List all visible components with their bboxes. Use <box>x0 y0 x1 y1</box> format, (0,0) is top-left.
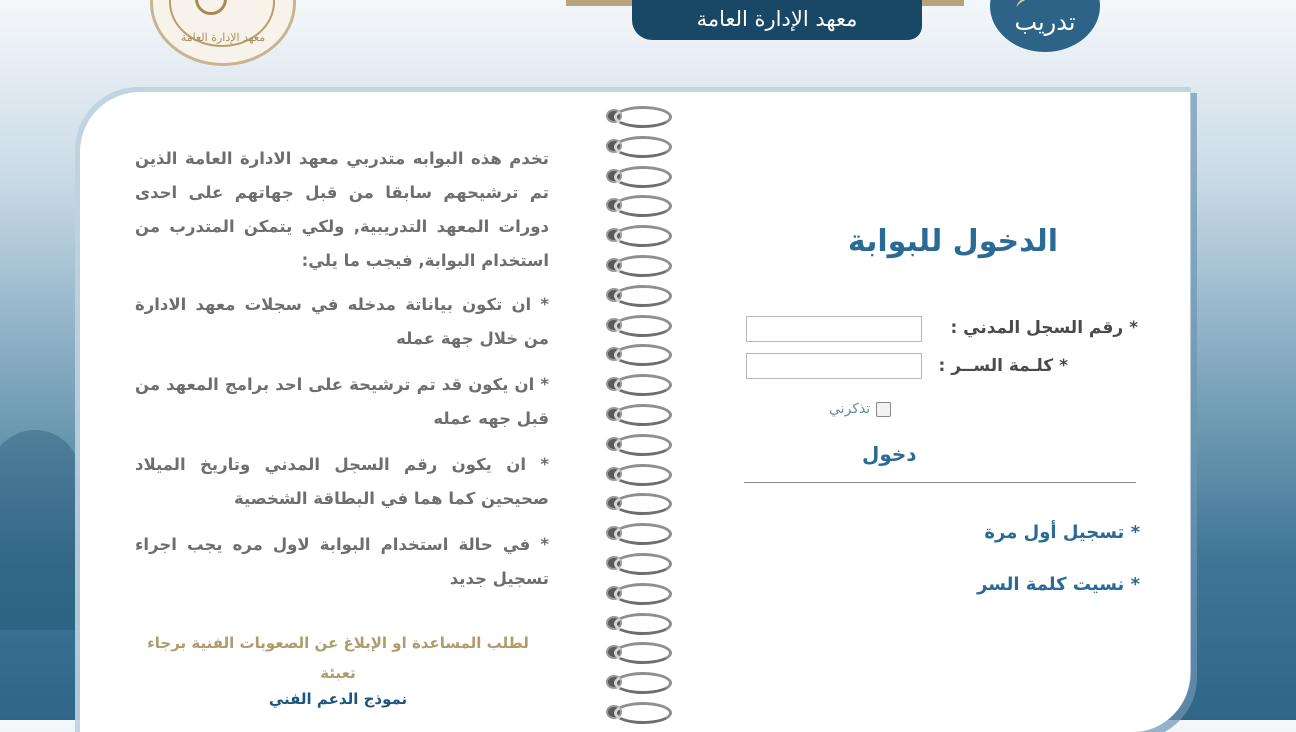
spiral-loop <box>614 374 672 397</box>
spiral-loop <box>614 493 672 516</box>
forgot-password-link[interactable]: * نسيت كلمة السر <box>900 574 1140 595</box>
support-form-link[interactable]: نموذج الدعم الفني <box>128 690 548 708</box>
brand-text: تدريب <box>1014 8 1076 36</box>
spiral-ring <box>606 404 672 426</box>
institute-seal-logo: معهد الإدارة العامة <box>150 0 296 66</box>
remember-me[interactable]: تذكرني <box>829 401 892 417</box>
spiral-ring <box>606 702 672 724</box>
notebook-spiral-binding <box>600 98 676 728</box>
spiral-loop <box>614 314 672 337</box>
requirement-item: * في حالة استخدام البوابة لاول مره يجب ا… <box>135 535 549 588</box>
spiral-ring <box>606 523 672 546</box>
spiral-ring <box>606 106 672 128</box>
spiral-ring <box>606 582 672 605</box>
civil-id-label: * رقم السجل المدني : <box>950 318 1138 338</box>
spiral-loop <box>614 225 672 248</box>
spiral-ring <box>606 463 672 486</box>
spiral-loop <box>614 553 672 575</box>
login-title: الدخول للبوابة <box>847 224 1058 259</box>
seal-text: معهد الإدارة العامة <box>180 31 266 44</box>
institute-banner: معهد الإدارة العامة <box>632 0 922 40</box>
spiral-ring <box>606 612 672 635</box>
help-text: لطلب المساعدة او الإبلاغ عن الصعوبات الف… <box>147 634 529 682</box>
spiral-loop <box>614 255 672 277</box>
spiral-loop <box>614 642 672 665</box>
spiral-ring <box>606 225 672 248</box>
spiral-loop <box>614 135 672 158</box>
spiral-ring <box>606 284 672 307</box>
spiral-ring <box>606 255 672 277</box>
intro-paragraph: تخدم هذه البوابه متدربي معهد الادارة الع… <box>135 149 549 270</box>
spiral-loop <box>614 433 672 456</box>
page-header: معهد الإدارة العامة معهد الإدارة العامة … <box>0 0 1296 90</box>
spiral-loop <box>614 165 672 188</box>
password-label: * كلـمة الســر : <box>938 356 1069 376</box>
login-button[interactable]: دخول <box>862 442 917 466</box>
civil-id-input[interactable] <box>746 316 922 342</box>
spiral-loop <box>614 582 672 605</box>
requirement-item: * ان يكون رقم السجل المدني وتاريخ الميلا… <box>135 455 549 508</box>
spiral-loop <box>614 404 672 426</box>
spiral-ring <box>606 165 672 188</box>
password-input[interactable] <box>746 353 922 379</box>
spiral-ring <box>606 553 672 575</box>
spiral-ring <box>606 314 672 337</box>
spiral-loop <box>614 702 672 724</box>
info-page: تخدم هذه البوابه متدربي معهد الادارة الع… <box>80 92 600 732</box>
spiral-ring <box>606 493 672 516</box>
spiral-loop <box>614 344 672 367</box>
spiral-loop <box>614 195 672 218</box>
first-time-register-link[interactable]: * تسجيل أول مرة <box>900 522 1140 543</box>
spiral-loop <box>614 672 672 695</box>
spiral-loop <box>614 106 672 128</box>
login-page: الدخول للبوابة * رقم السجل المدني : * كل… <box>680 92 1190 732</box>
intro-text-block: تخدم هذه البوابه متدربي معهد الادارة الع… <box>135 142 549 608</box>
spiral-loop <box>614 612 672 635</box>
spiral-ring <box>606 135 672 158</box>
requirement-item: * ان يكون قد تم ترشيحة على احد برامج الم… <box>135 375 549 428</box>
civil-id-row: * رقم السجل المدني : <box>934 318 1138 338</box>
spiral-ring <box>606 433 672 456</box>
form-divider <box>744 482 1136 483</box>
spiral-ring <box>606 642 672 665</box>
spiral-ring <box>606 672 672 695</box>
brand-logo: تدريب <box>990 0 1100 52</box>
remember-label: تذكرني <box>829 401 871 417</box>
person-silhouette-decoration <box>0 430 80 630</box>
spiral-ring <box>606 344 672 367</box>
requirement-item: * ان تكون بياناتة مدخله في سجلات معهد ال… <box>135 295 549 348</box>
remember-checkbox[interactable] <box>876 401 892 417</box>
spiral-ring <box>606 195 672 218</box>
spiral-loop <box>614 523 672 546</box>
password-row: * كلـمة الســر : <box>934 356 1069 376</box>
spiral-loop <box>614 463 672 486</box>
spiral-loop <box>614 284 672 307</box>
spiral-ring <box>606 374 672 397</box>
